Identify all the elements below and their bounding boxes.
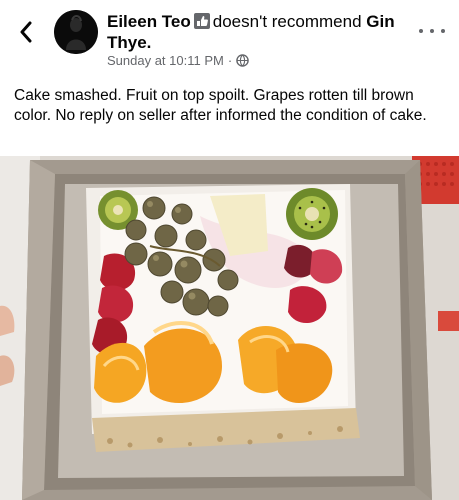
cake-photo-illustration [0,156,459,500]
post-photo[interactable] [0,156,459,500]
avatar-silhouette [54,10,98,54]
more-dots-icon [419,29,423,33]
post-meta: Sunday at 10:11 PM · [107,53,249,68]
recommend-badge-icon [193,13,210,29]
post-header: Eileen Teo doesn't recommend Gin Thye. Su… [0,0,459,78]
back-button[interactable] [12,18,40,46]
more-options-button[interactable] [419,22,445,40]
post-body-text: Cake smashed. Fruit on top spoilt. Grape… [14,87,427,124]
author-name[interactable]: Eileen Teo [107,12,191,31]
recommend-verb: doesn't recommend [212,12,362,31]
avatar[interactable] [54,10,98,54]
meta-separator: · [227,53,233,68]
globe-icon[interactable] [236,54,249,67]
chevron-left-icon [20,21,32,43]
post-title: Eileen Teo doesn't recommend Gin Thye. [107,11,407,53]
timestamp[interactable]: Sunday at 10:11 PM [107,53,224,68]
